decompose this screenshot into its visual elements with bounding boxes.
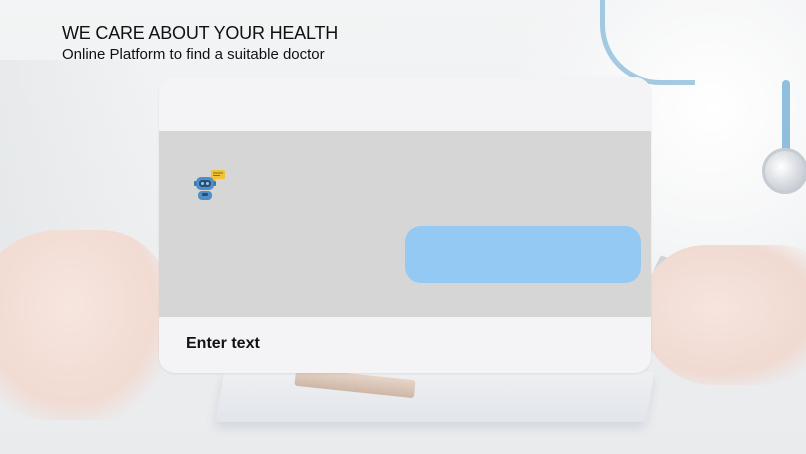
chat-input-field[interactable]: Enter text xyxy=(159,317,651,373)
bg-patient-hands xyxy=(0,230,170,420)
chat-messages xyxy=(159,131,651,317)
chat-header xyxy=(159,77,651,131)
bg-doctor-hand xyxy=(640,245,806,385)
bg-clipboard xyxy=(215,372,655,422)
page-subtitle: Online Platform to find a suitable docto… xyxy=(62,46,325,63)
hero-heading: WE CARE ABOUT YOUR HEALTH Online Platfor… xyxy=(62,22,338,65)
user-message-bubble xyxy=(405,226,641,283)
bg-stethoscope-head xyxy=(762,148,806,194)
chat-input-placeholder[interactable]: Enter text xyxy=(186,335,260,353)
page: WE CARE ABOUT YOUR HEALTH Online Platfor… xyxy=(0,0,806,454)
robot-assistant-icon xyxy=(193,169,229,203)
chat-widget: Enter text xyxy=(159,77,651,373)
page-title: WE CARE ABOUT YOUR HEALTH xyxy=(62,23,339,43)
